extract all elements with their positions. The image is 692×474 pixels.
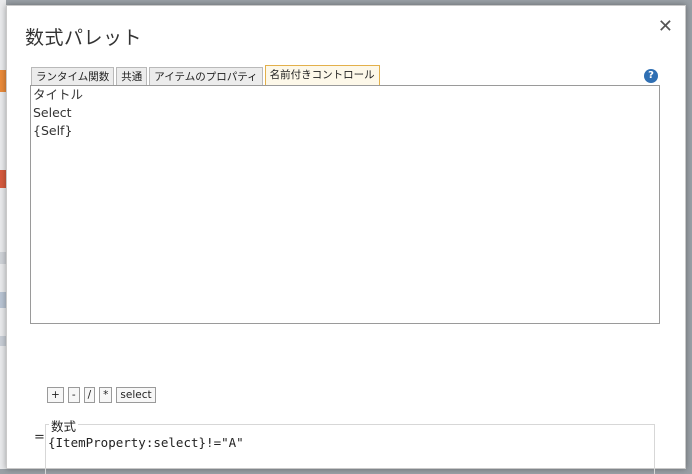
plus-button[interactable]: + [47, 387, 64, 403]
formula-legend: 数式 [49, 416, 79, 435]
tab-named-controls[interactable]: 名前付きコントロール [264, 65, 380, 86]
formula-input[interactable]: {ItemProperty:select}!="A" [48, 434, 648, 452]
formula-palette-dialog: 数式パレット ✕ ? ランタイム関数 共通 アイテムのプロパティ 名前付きコント… [6, 5, 686, 474]
list-item[interactable]: Select [31, 104, 659, 122]
close-icon[interactable]: ✕ [658, 16, 673, 37]
list-item[interactable]: {Self} [31, 122, 659, 140]
tab-common[interactable]: 共通 [116, 67, 148, 86]
divide-button[interactable]: / [83, 387, 96, 403]
dialog-title: 数式パレット [25, 27, 143, 49]
equals-label: = [34, 430, 45, 445]
multiply-button[interactable]: * [99, 387, 113, 403]
operator-toolbar: + - / * select [47, 387, 156, 403]
named-controls-list[interactable]: タイトル Select {Self} [30, 85, 660, 324]
list-item[interactable]: タイトル [31, 86, 659, 104]
select-button[interactable]: select [116, 387, 156, 403]
tab-item-properties[interactable]: アイテムのプロパティ [149, 67, 263, 86]
tab-runtime-functions[interactable]: ランタイム関数 [31, 67, 115, 86]
minus-button[interactable]: - [67, 387, 80, 403]
tab-bar: ランタイム関数 共通 アイテムのプロパティ 名前付きコントロール [31, 65, 382, 86]
help-icon[interactable]: ? [644, 69, 658, 83]
